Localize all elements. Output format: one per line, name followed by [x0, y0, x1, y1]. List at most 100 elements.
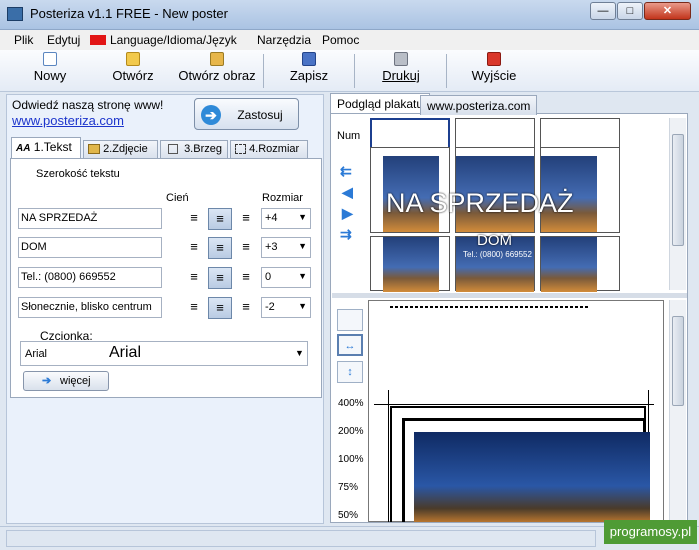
- tab-poster-preview[interactable]: Podgląd plakatu: [330, 93, 431, 113]
- size-select-4[interactable]: -2 ▼: [261, 297, 311, 318]
- align-right-icon[interactable]: ≡: [234, 297, 258, 319]
- align-center-icon[interactable]: ≡: [208, 267, 232, 289]
- arrow-left-icon[interactable]: ◀: [342, 184, 353, 201]
- page-view-icon[interactable]: [337, 309, 363, 331]
- fit-height-icon[interactable]: ↕: [337, 361, 363, 383]
- arrow-left-double-icon[interactable]: ⇇: [340, 163, 352, 180]
- open-button[interactable]: Otwórz: [110, 52, 156, 83]
- apply-button[interactable]: ➔ Zastosuj: [194, 98, 299, 130]
- align-right-icon[interactable]: ≡: [234, 267, 258, 289]
- chevron-down-icon: ▼: [298, 212, 307, 222]
- poster-overlay-phone: Tel.: (0800) 669552: [463, 250, 532, 259]
- tab-website[interactable]: www.posteriza.com: [420, 95, 538, 115]
- align-left-icon[interactable]: ≡: [182, 208, 206, 230]
- close-button[interactable]: ✕: [644, 2, 691, 20]
- new-button[interactable]: Nowy: [30, 52, 70, 83]
- arrow-right-double-icon[interactable]: ⇉: [340, 226, 352, 243]
- print-button[interactable]: Drukuj: [378, 52, 424, 83]
- size-select-3[interactable]: 0 ▼: [261, 267, 311, 288]
- align-center-icon[interactable]: ≡: [208, 237, 232, 259]
- zoom-75[interactable]: 75%: [338, 482, 358, 493]
- menu-language[interactable]: Language/Idioma/Język: [110, 33, 237, 47]
- align-left-icon[interactable]: ≡: [182, 297, 206, 319]
- tab-size[interactable]: 4.Rozmiar: [230, 140, 308, 159]
- poster-tile[interactable]: [370, 236, 450, 292]
- open-image-icon: [210, 52, 224, 66]
- splitter[interactable]: [332, 293, 687, 298]
- zoom-200[interactable]: 200%: [338, 426, 364, 437]
- tab-text[interactable]: AA 1.Tekst: [11, 137, 81, 159]
- align-left-icon[interactable]: ≡: [182, 237, 206, 259]
- save-button-label: Zapisz: [289, 68, 329, 83]
- poster-overlay-title: NA SPRZEDAŻ: [386, 188, 574, 218]
- save-button[interactable]: Zapisz: [286, 52, 332, 83]
- font-preview: Arial: [109, 344, 142, 361]
- size-select-3-value: 0: [265, 271, 272, 283]
- exit-button[interactable]: Wyjście: [467, 52, 521, 83]
- chevron-down-icon: ▼: [298, 241, 307, 251]
- size-select-2[interactable]: +3 ▼: [261, 237, 311, 258]
- flag-icon: [90, 35, 106, 45]
- menu-file[interactable]: Plik: [14, 33, 33, 47]
- text-line-2-input[interactable]: DOM: [18, 237, 162, 258]
- photo-tab-icon: [88, 144, 100, 155]
- poster-overlay-subtitle: DOM: [477, 232, 512, 249]
- open-folder-icon: [126, 52, 140, 66]
- chevron-down-icon: ▼: [298, 301, 307, 311]
- scrollbar-thumb[interactable]: [672, 316, 684, 406]
- app-icon: [7, 7, 23, 21]
- minimize-button[interactable]: —: [590, 2, 616, 20]
- chevron-down-icon: ▼: [295, 348, 304, 358]
- menu-help[interactable]: Pomoc: [322, 33, 359, 47]
- align-left-icon[interactable]: ≡: [182, 267, 206, 289]
- menu-bar: Plik Edytuj Language/Idioma/Język Narzęd…: [0, 30, 699, 50]
- menu-tools[interactable]: Narzędzia: [257, 33, 311, 47]
- menu-edit[interactable]: Edytuj: [47, 33, 80, 47]
- font-select[interactable]: Arial Arial ▼: [20, 341, 308, 366]
- poster-tile[interactable]: [540, 118, 620, 150]
- text-tab-icon: AA: [16, 143, 31, 154]
- open-image-button-label: Otwórz obraz: [178, 68, 256, 83]
- poster-tile[interactable]: [370, 118, 450, 150]
- visit-text: Odwiedź naszą stronę www!: [12, 98, 164, 112]
- scrollbar-thumb[interactable]: [672, 134, 684, 246]
- size-select-1-value: +4: [265, 212, 278, 224]
- website-link[interactable]: www.posteriza.com: [12, 113, 124, 128]
- thumbnails-scrollbar[interactable]: [669, 118, 686, 290]
- arrow-right-icon[interactable]: ▶: [342, 205, 353, 222]
- align-center-icon[interactable]: ≡: [208, 297, 232, 319]
- crop-line: [374, 404, 654, 405]
- crop-line: [388, 390, 389, 522]
- text-line-1-input[interactable]: NA SPRZEDAŻ: [18, 208, 162, 229]
- toolbar-separator: [446, 54, 447, 88]
- fit-width-icon[interactable]: ↔: [337, 334, 363, 356]
- text-line-4-input[interactable]: Słonecznie, blisko centrum: [18, 297, 162, 318]
- open-image-button[interactable]: Otwórz obraz: [176, 52, 258, 83]
- poster-photo: [383, 237, 439, 292]
- more-button[interactable]: ➔ więcej: [23, 371, 109, 391]
- align-right-icon[interactable]: ≡: [234, 208, 258, 230]
- window-title: Posteriza v1.1 FREE - New poster: [30, 6, 228, 21]
- toolbar-separator: [354, 54, 355, 88]
- zoom-50[interactable]: 50%: [338, 510, 358, 521]
- align-center-icon[interactable]: ≡: [208, 208, 232, 230]
- tab-border[interactable]: 3.Brzeg: [160, 140, 228, 159]
- text-line-3-input[interactable]: Tel.: (0800) 669552: [18, 267, 162, 288]
- exit-x-icon: [487, 52, 501, 66]
- new-file-icon: [43, 52, 57, 66]
- size-select-4-value: -2: [265, 301, 275, 313]
- poster-photo: [541, 237, 597, 292]
- printer-icon: [394, 52, 408, 66]
- text-width-label: Szerokość tekstu: [36, 168, 120, 180]
- align-right-icon[interactable]: ≡: [234, 237, 258, 259]
- maximize-button[interactable]: □: [617, 2, 643, 20]
- tab-photo[interactable]: 2.Zdjęcie: [83, 140, 158, 159]
- zoom-100[interactable]: 100%: [338, 454, 364, 465]
- poster-tile[interactable]: [540, 236, 620, 292]
- toolbar-separator: [263, 54, 264, 88]
- zoom-400[interactable]: 400%: [338, 398, 364, 409]
- page-scrollbar[interactable]: [669, 300, 686, 522]
- page-poster-photo: [414, 432, 650, 522]
- poster-tile[interactable]: [455, 118, 535, 150]
- size-select-1[interactable]: +4 ▼: [261, 208, 311, 229]
